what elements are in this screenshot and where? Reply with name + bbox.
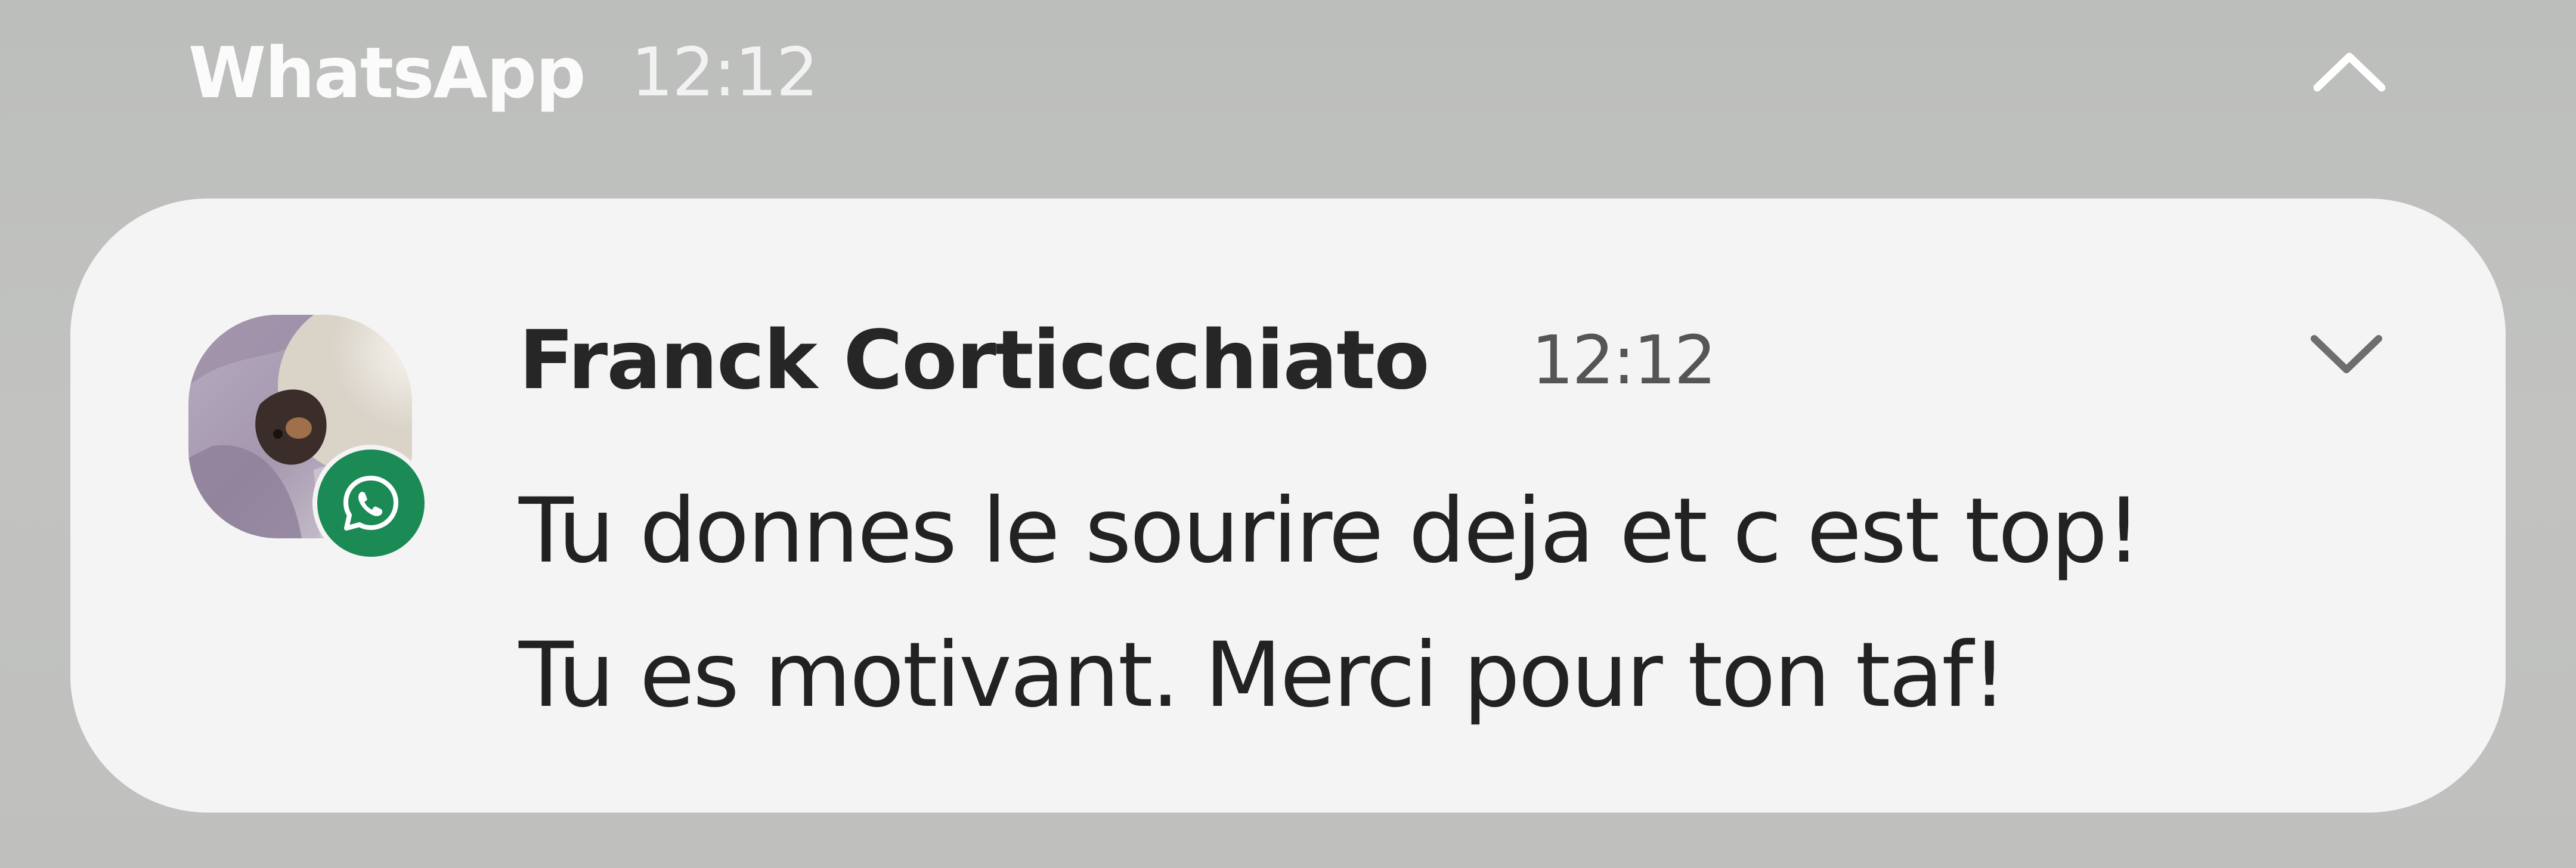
expand-button[interactable] [2305, 316, 2388, 393]
message-line: Tu donnes le sourire deja et c est top! [519, 479, 2142, 583]
group-timestamp: 12:12 [631, 34, 819, 111]
message-body: Tu donnes le sourire deja et c est top! … [519, 459, 2367, 748]
collapse-button[interactable] [2308, 33, 2391, 110]
app-badge [312, 445, 429, 562]
message-timestamp: 12:12 [1531, 322, 1717, 399]
app-name: WhatsApp [188, 32, 586, 114]
chevron-down-icon [2311, 335, 2382, 373]
notification-group-header[interactable]: WhatsApp 12:12 [0, 0, 2576, 149]
message-line: Tu es motivant. Merci pour ton taf! [519, 624, 2007, 727]
whatsapp-icon [343, 476, 398, 531]
avatar-container [188, 315, 439, 565]
sender-name: Franck Corticcchiato [519, 314, 1430, 408]
chevron-up-icon [2314, 52, 2385, 92]
